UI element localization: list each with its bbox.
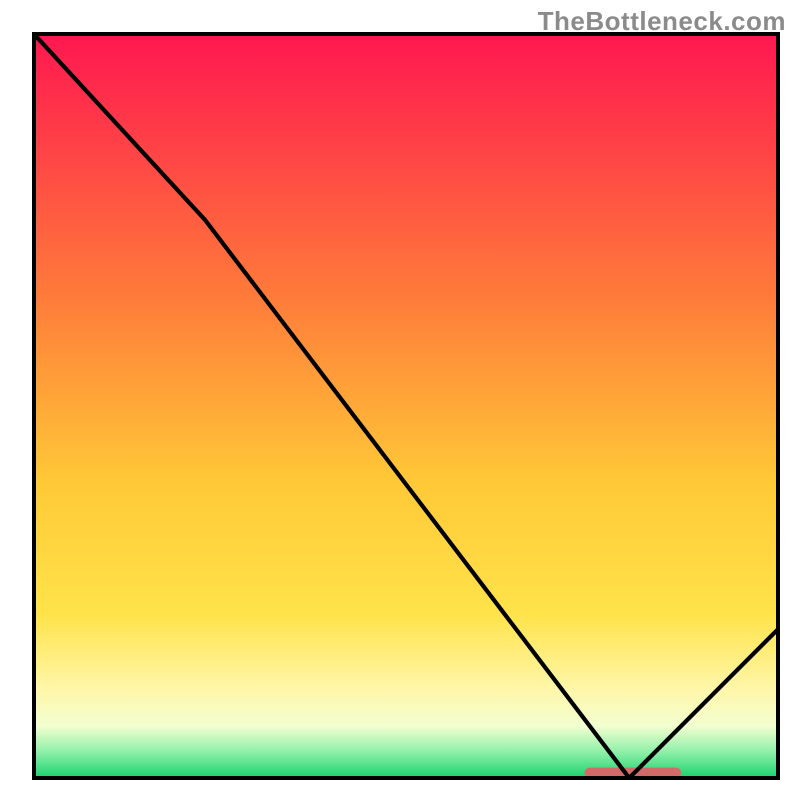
plot-area [34, 34, 778, 778]
chart-root: { "attribution": "TheBottleneck.com", "c… [0, 0, 800, 800]
gradient-background [34, 34, 778, 778]
bottleneck-chart [0, 0, 800, 800]
